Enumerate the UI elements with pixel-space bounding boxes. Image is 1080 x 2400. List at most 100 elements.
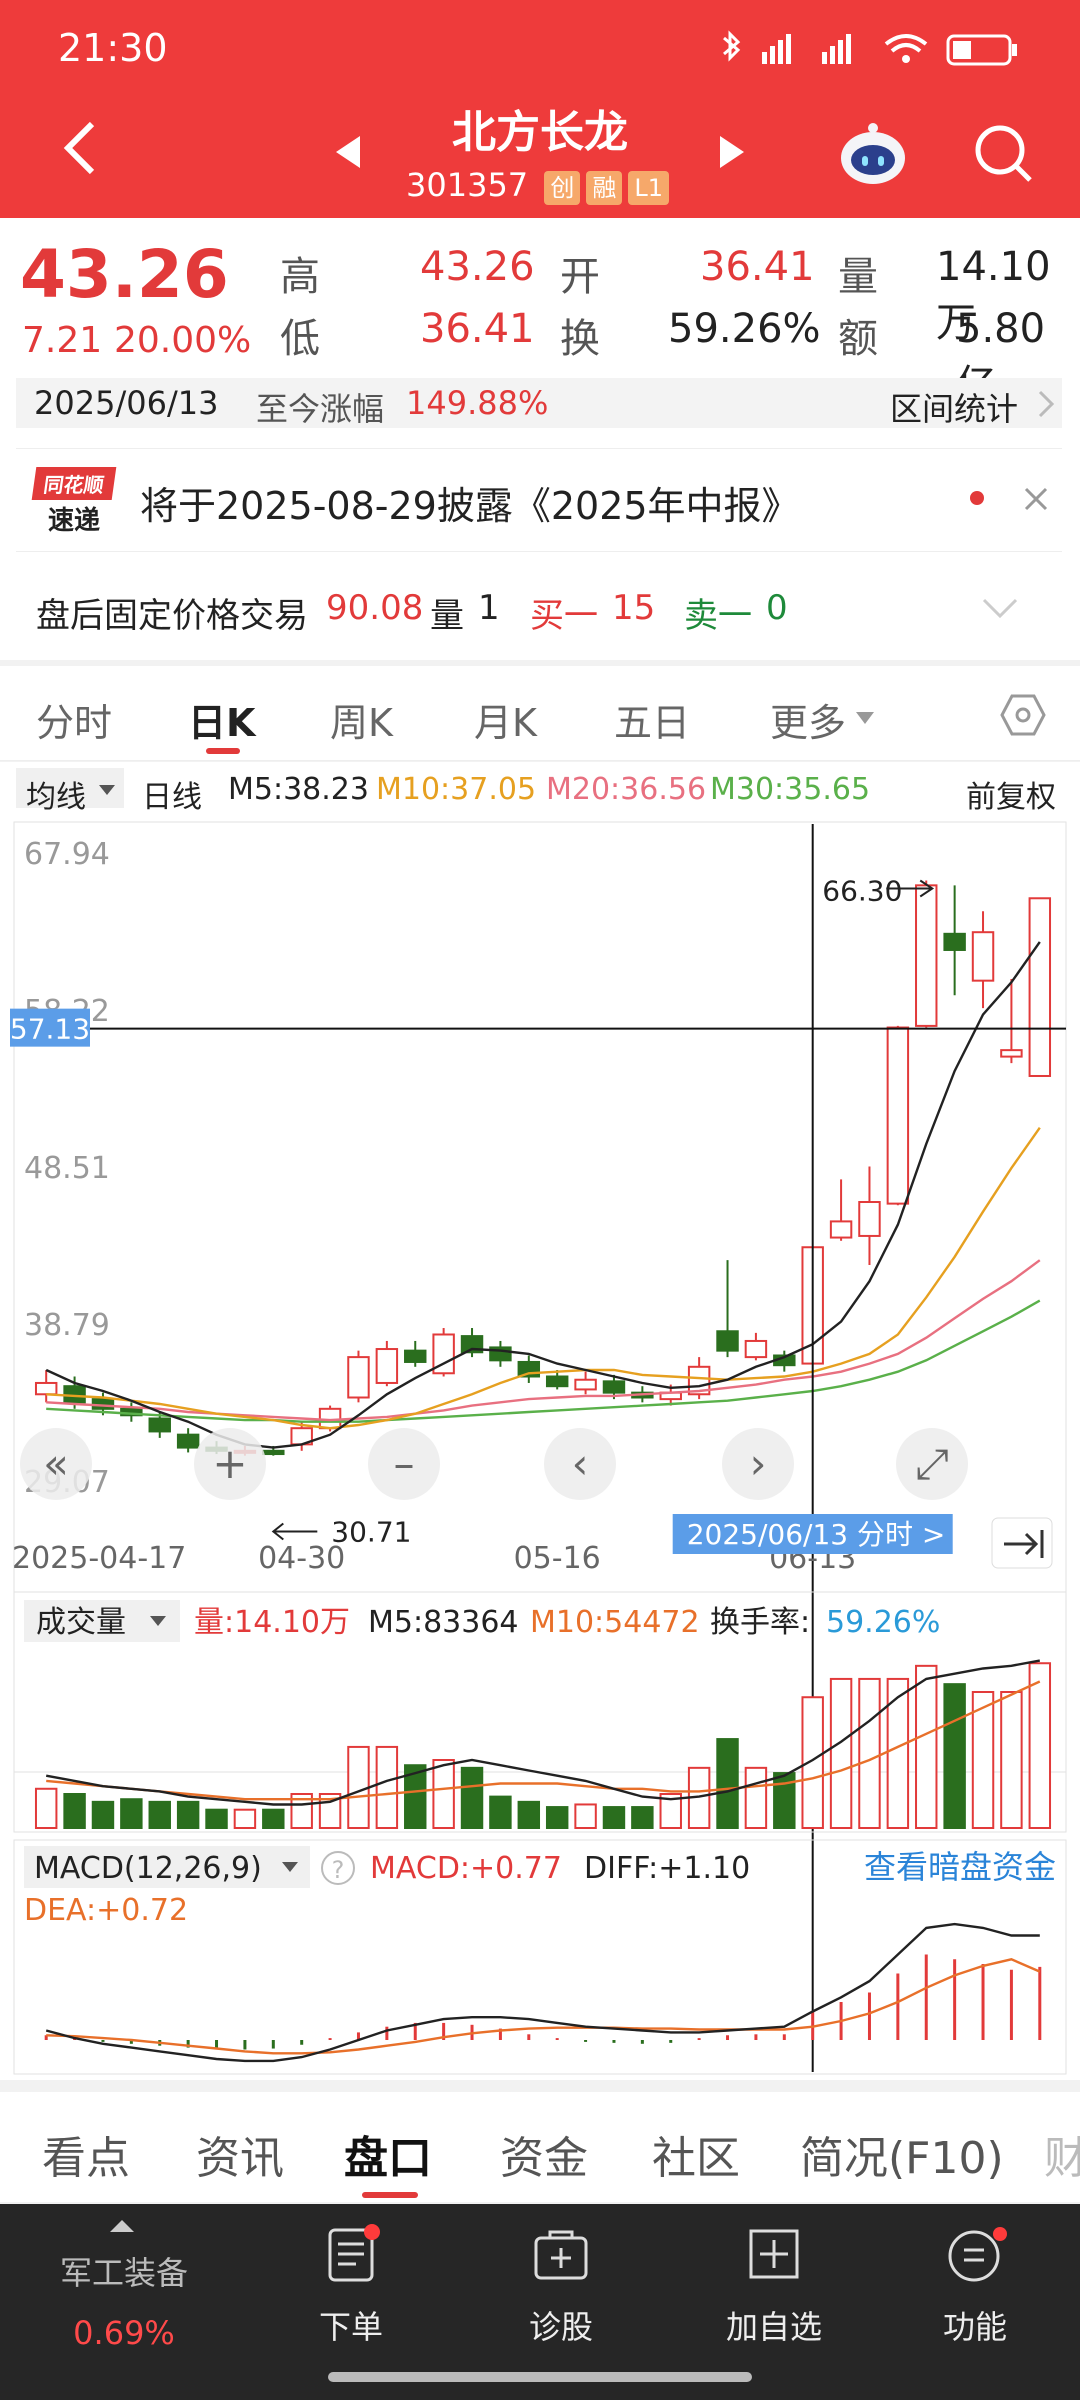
x-label-start: 2025-04-17 [12, 1541, 186, 1576]
tab-more[interactable]: 更多 [770, 692, 846, 747]
notice-row[interactable]: 同花顺 速递 将于2025-08-29披露《2025年中报》 [16, 448, 1062, 552]
max-price-label: 66.30 [822, 874, 902, 907]
robot-assistant-button[interactable] [838, 118, 908, 192]
volume-bar [545, 1806, 569, 1829]
dea-line [46, 1958, 1041, 2055]
volume-bar [829, 1677, 853, 1830]
diff-line [45, 1922, 1040, 2063]
after-vol-label: 量 [430, 596, 464, 636]
volume-bar [34, 1787, 58, 1830]
candle-body [915, 884, 938, 1027]
add-watchlist-button[interactable]: 加自选 [704, 2224, 844, 2364]
content-tabs: 看点 资讯 盘口 资金 社区 简况(F10) 财 [0, 2092, 1080, 2202]
after-vol-value: 1 [478, 588, 500, 628]
after-hours-price: 90.08 [326, 588, 424, 628]
candle-body [886, 1026, 910, 1205]
status-icons-svg [723, 30, 1017, 66]
next-stock-button[interactable] [718, 134, 746, 174]
low-value: 36.41 [420, 306, 535, 352]
tab-month-k[interactable]: 月K [474, 692, 537, 747]
volume-bar [971, 1691, 995, 1829]
tab-pankou[interactable]: 盘口 [344, 2122, 432, 2186]
volume-label: 量 [838, 254, 878, 300]
signal-icon-1 [762, 34, 791, 64]
after-hours-row[interactable]: 盘后固定价格交易 90.08 量 1 买一 15 卖一 0 [16, 558, 1062, 658]
volume-bar [744, 1766, 768, 1829]
turnover-rate-label: 换手率: [710, 1605, 810, 1640]
volume-bar [176, 1800, 200, 1830]
tab-day-k[interactable]: 日K [188, 692, 255, 747]
settings-hex-icon[interactable] [1000, 692, 1046, 738]
dark-pool-link[interactable]: 查看暗盘资金 [864, 1848, 1056, 1886]
volume-bar [347, 1745, 370, 1830]
chevron-down-icon[interactable] [982, 596, 1018, 620]
function-label: 功能 [942, 2308, 1007, 2346]
tab-five-day[interactable]: 五日 [614, 692, 690, 747]
candle-body [602, 1380, 626, 1394]
sell1-label: 卖一 [684, 596, 752, 636]
macd-title: MACD(12,26,9) [34, 1851, 262, 1886]
volume-bar [91, 1800, 115, 1830]
zoom-in-icon: + [212, 1439, 247, 1488]
tab-kandian[interactable]: 看点 [42, 2122, 130, 2186]
range-stat-row[interactable]: 2025/06/13 至今涨幅 149.88% 区间统计 [16, 378, 1062, 428]
cursor-price-label: 57.13 [10, 1013, 90, 1046]
candle-body [404, 1349, 427, 1363]
tab-shequ[interactable]: 社区 [652, 2122, 740, 2186]
header-bar: 21:30 北方长龙 301357 创融 L1 [0, 0, 1080, 218]
function-button[interactable]: 功能 [920, 2224, 1030, 2364]
order-button[interactable]: 下单 [296, 2224, 406, 2364]
diagnose-button[interactable]: 诊股 [506, 2224, 616, 2364]
ths-logo: 同花顺 速递 [31, 467, 117, 536]
candle-body [1000, 1049, 1023, 1058]
price-tick-label: 48.51 [24, 1151, 110, 1186]
volume-bar [120, 1798, 143, 1829]
candle-body [91, 1398, 115, 1410]
tab-week-k[interactable]: 周K [330, 692, 393, 747]
help-icon-glyph: ? [332, 1856, 345, 1884]
range-stat-link[interactable]: 区间统计 [890, 384, 1018, 430]
search-button[interactable] [972, 122, 1036, 190]
price-change-pct: 20.00% [114, 320, 252, 361]
volume-bar [602, 1806, 626, 1829]
tab-active-indicator [362, 2192, 418, 2198]
macd-value: MACD:+0.77 [370, 1851, 562, 1886]
since-label: 至今涨幅 [256, 390, 385, 428]
low-label: 低 [280, 316, 320, 362]
chart-svg[interactable]: 29.0738.7948.5158.2267.9457.1366.3030.71… [0, 762, 1080, 2080]
caret-down-icon [856, 712, 874, 724]
close-icon[interactable] [1022, 485, 1050, 513]
tag-rong: 融 [586, 171, 623, 205]
add-icon [749, 2229, 799, 2279]
volume-bar [432, 1759, 455, 1829]
candle-body [716, 1330, 739, 1352]
tab-fenshi[interactable]: 分时 [36, 692, 112, 747]
after-hours-label: 盘后固定价格交易 [36, 596, 308, 636]
order-icon [328, 2224, 380, 2282]
cursor-date-label: 2025/06/13 分时 > [687, 1518, 946, 1551]
open-value: 36.41 [700, 244, 815, 290]
chart-area: 均线 日线 M5:38.23 M10:37.05 M20:36.56 M30:3… [0, 762, 1080, 2080]
tab-zixun[interactable]: 资讯 [196, 2122, 284, 2186]
candle-body [943, 932, 966, 951]
volume-bar [148, 1800, 171, 1830]
tab-zijin[interactable]: 资金 [500, 2122, 588, 2186]
volume-bar [943, 1683, 966, 1830]
high-label: 高 [280, 254, 320, 300]
stock-code: 301357 [406, 166, 529, 204]
sector-name[interactable]: 军工装备 [40, 2248, 208, 2294]
turnover-rate-value: 59.26% [826, 1605, 940, 1640]
tag-l1: L1 [628, 171, 669, 205]
volume-bar [631, 1806, 654, 1829]
date-text: 2025/06/13 [34, 384, 219, 422]
price-tick-label: 38.79 [24, 1308, 110, 1343]
tab-finance[interactable]: 财 [1044, 2122, 1080, 2186]
volume-bar [1000, 1691, 1023, 1829]
volume-bar [915, 1664, 938, 1829]
open-label: 开 [560, 254, 600, 300]
volume-bar [1028, 1662, 1052, 1829]
tab-f10[interactable]: 简况(F10) [800, 2122, 1004, 2186]
bluetooth-icon [723, 30, 741, 62]
home-indicator [328, 2372, 752, 2382]
volume-bar [233, 1808, 257, 1829]
